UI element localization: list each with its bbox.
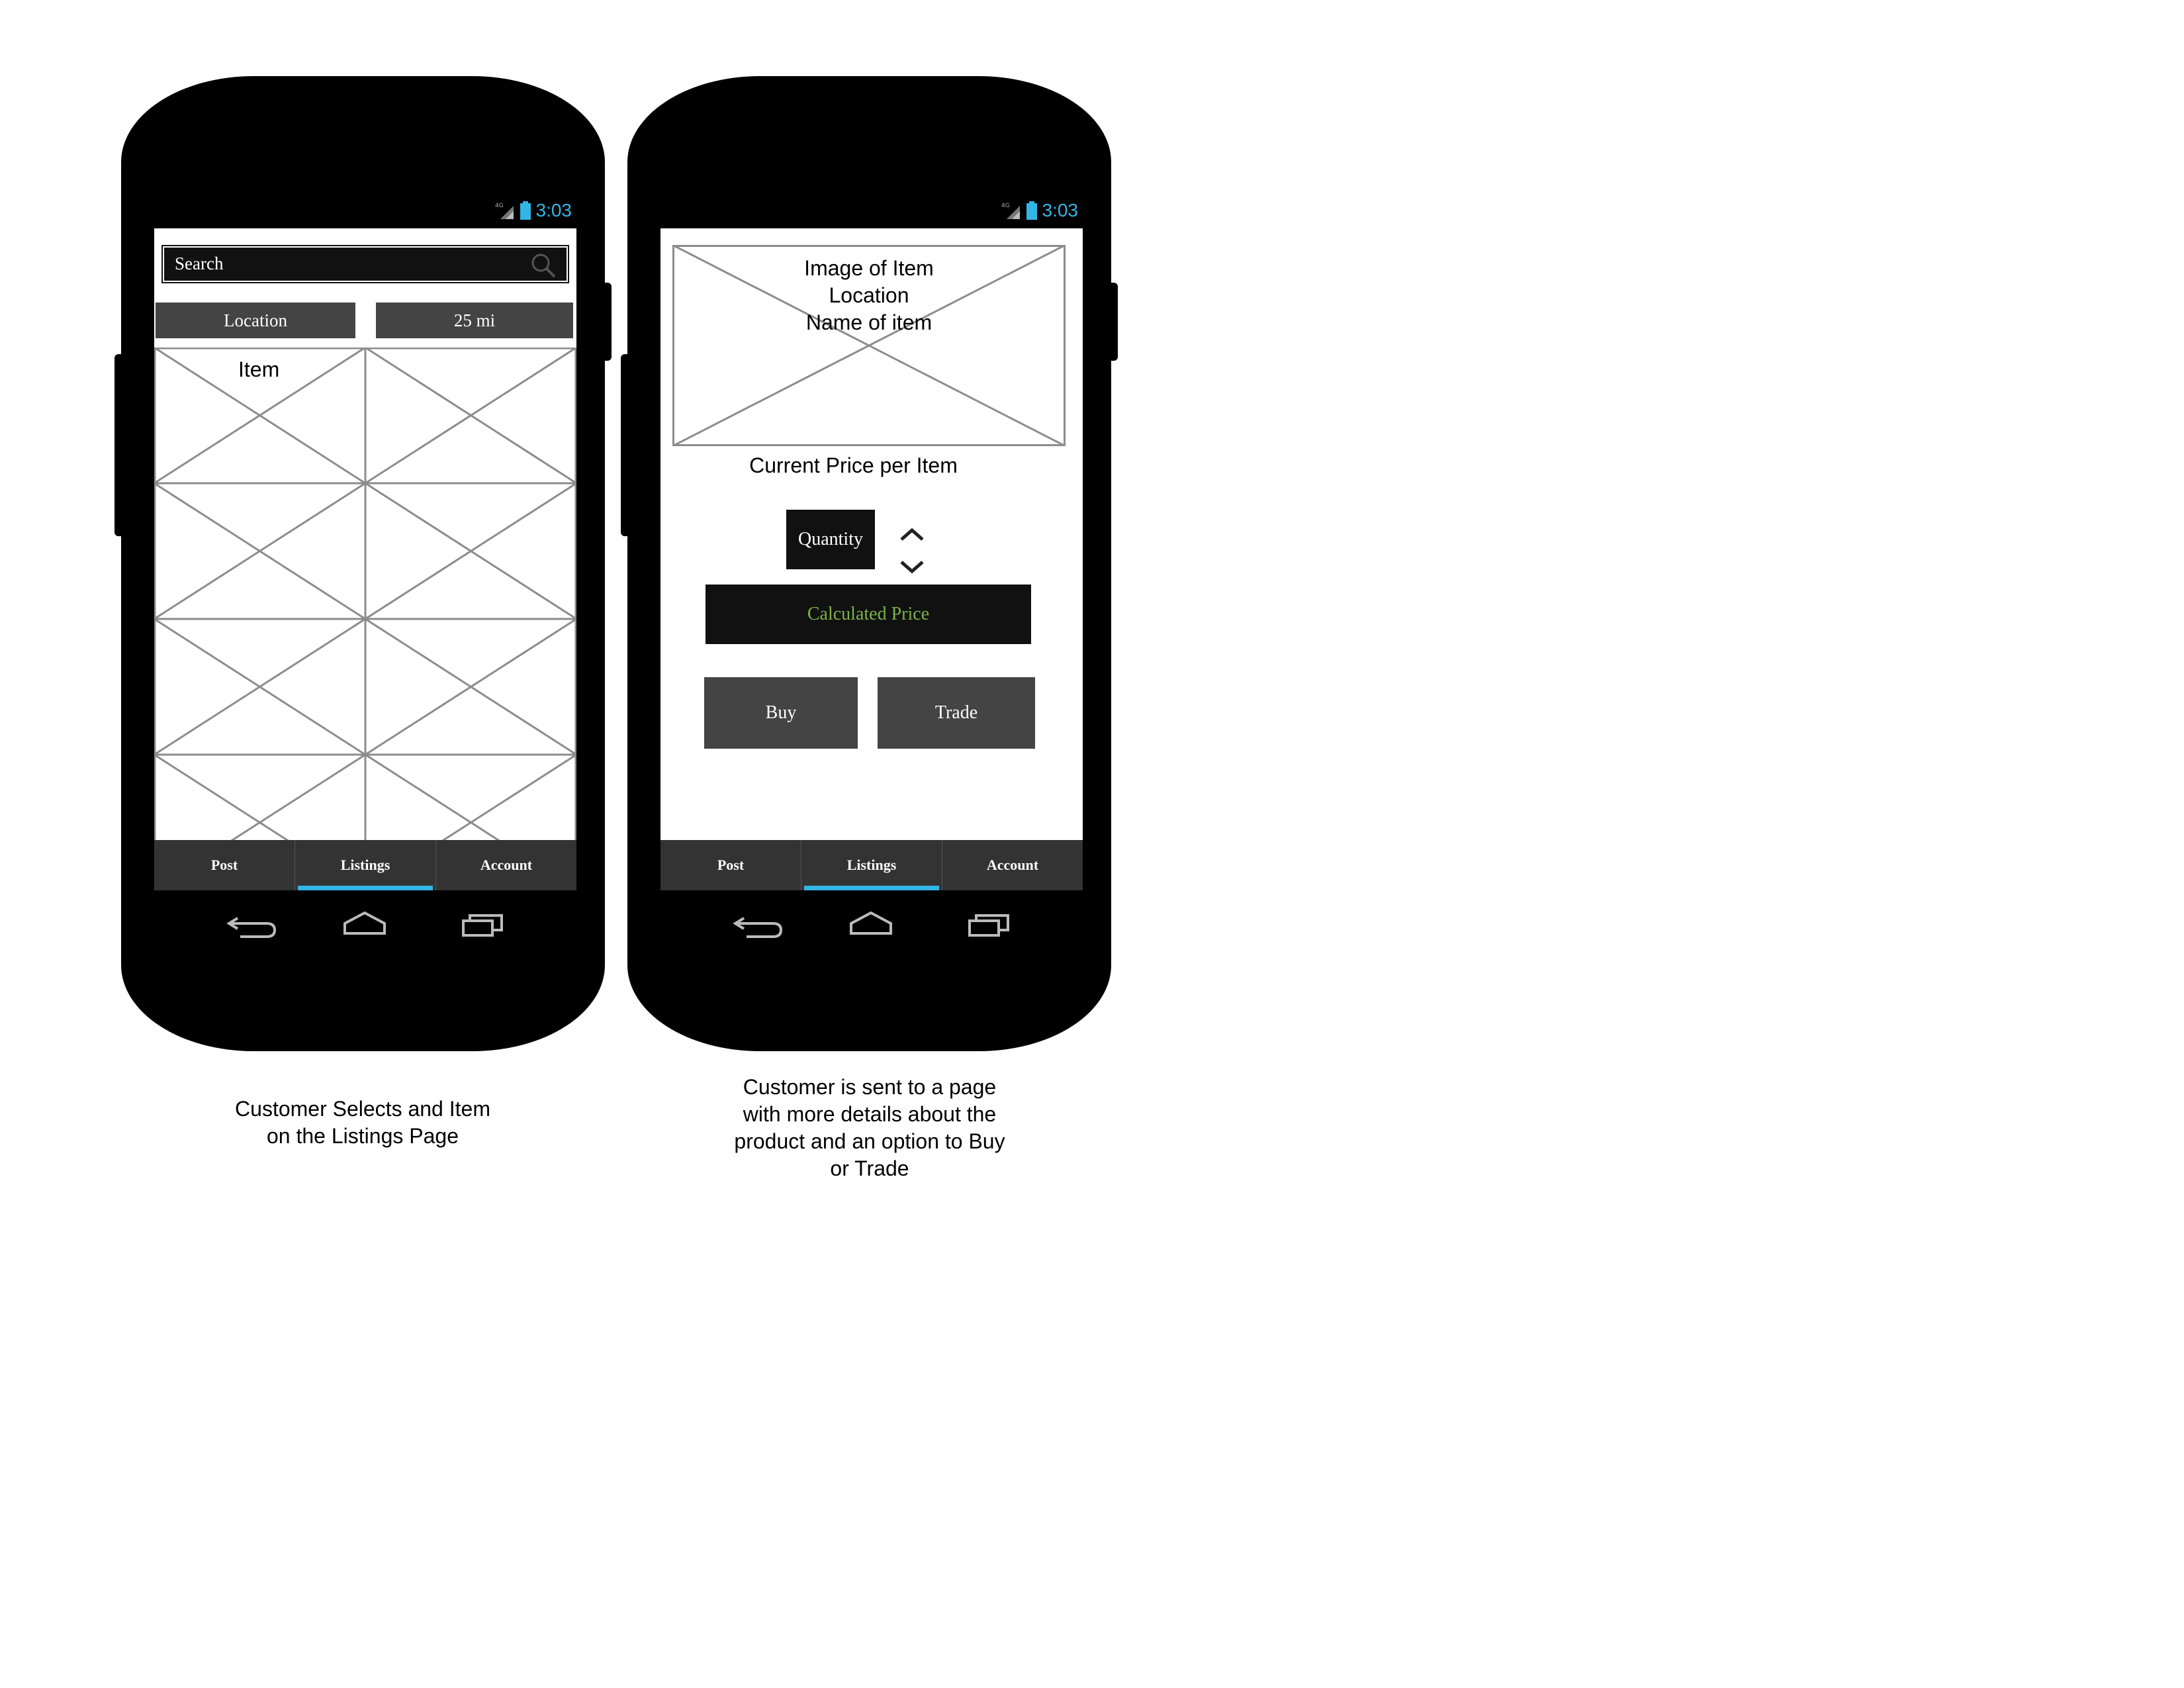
volume-button bbox=[621, 354, 631, 536]
status-bar: 4G 3:03 bbox=[495, 199, 572, 222]
item-image-label: Image of Item bbox=[804, 256, 934, 280]
nav-bar bbox=[226, 911, 503, 938]
status-bar: 4G 3:03 bbox=[1001, 199, 1079, 222]
listings-grid bbox=[154, 348, 576, 851]
listings-screen: Search Location 25 mi Item Post Listings… bbox=[154, 228, 576, 890]
recents-icon[interactable] bbox=[462, 914, 503, 937]
tab-label: Listings bbox=[846, 857, 897, 873]
back-icon[interactable] bbox=[733, 917, 783, 938]
distance-filter-button[interactable]: 25 mi bbox=[376, 303, 573, 338]
tab-post[interactable]: Post bbox=[660, 840, 801, 890]
quantity-field[interactable]: Quantity bbox=[786, 510, 875, 569]
clock: 3:03 bbox=[1042, 200, 1079, 220]
location-filter-button[interactable]: Location bbox=[156, 303, 355, 338]
tab-account[interactable]: Account bbox=[436, 840, 576, 890]
tab-bar: Post Listings Account bbox=[154, 840, 576, 890]
item-location-label: Location bbox=[829, 283, 909, 307]
caption-line: with more details about the bbox=[743, 1102, 997, 1126]
battery-icon bbox=[1026, 201, 1037, 220]
buy-button[interactable]: Buy bbox=[704, 677, 858, 749]
caption-item-detail: Customer is sent to a page with more det… bbox=[671, 1074, 1068, 1182]
home-icon[interactable] bbox=[850, 911, 892, 935]
quantity-label: Quantity bbox=[798, 529, 863, 549]
caption-line: Customer is sent to a page bbox=[743, 1075, 997, 1099]
clock: 3:03 bbox=[535, 200, 572, 220]
nav-bar bbox=[733, 911, 1009, 938]
tab-label: Post bbox=[717, 857, 745, 873]
chevron-up-icon[interactable] bbox=[899, 526, 925, 542]
phone-listings: 4G 3:03 Search Location 25 mi Item Post … bbox=[114, 76, 612, 1051]
current-price-label: Current Price per Item bbox=[749, 453, 958, 477]
caption-line: on the Listings Page bbox=[267, 1124, 459, 1148]
phone-item-detail: 4G 3:03 Image of Item Location Name of i… bbox=[621, 76, 1118, 1051]
recents-icon[interactable] bbox=[968, 914, 1009, 937]
trade-label: Trade bbox=[934, 702, 978, 723]
item-name-label: Name of item bbox=[805, 310, 933, 334]
search-input[interactable]: Search bbox=[163, 246, 568, 282]
distance-label: 25 mi bbox=[453, 310, 496, 330]
tab-label: Post bbox=[210, 857, 238, 873]
signal-icon: 4G bbox=[1001, 203, 1020, 219]
caption-line: Customer Selects and Item bbox=[235, 1097, 490, 1121]
svg-text:4G: 4G bbox=[495, 203, 504, 209]
tab-account[interactable]: Account bbox=[942, 840, 1083, 890]
location-label: Location bbox=[224, 310, 287, 330]
tab-post[interactable]: Post bbox=[154, 840, 295, 890]
chevron-down-icon[interactable] bbox=[899, 559, 925, 575]
battery-icon bbox=[520, 201, 531, 220]
caption-listings: Customer Selects and Item on the Listing… bbox=[164, 1096, 561, 1150]
item-detail-screen: Image of Item Location Name of item Curr… bbox=[660, 228, 1083, 890]
tab-bar: Post Listings Account bbox=[660, 840, 1083, 890]
svg-text:4G: 4G bbox=[1001, 203, 1010, 209]
trade-button[interactable]: Trade bbox=[878, 677, 1035, 749]
power-button bbox=[601, 283, 612, 361]
item-label: Item bbox=[238, 357, 280, 381]
power-button bbox=[1107, 283, 1118, 361]
calculated-price-label: Calculated Price bbox=[807, 604, 930, 624]
back-icon[interactable] bbox=[226, 917, 277, 938]
signal-icon: 4G bbox=[495, 203, 514, 219]
search-icon[interactable] bbox=[529, 252, 557, 279]
tab-listings[interactable]: Listings bbox=[801, 840, 942, 890]
tab-listings[interactable]: Listings bbox=[295, 840, 436, 890]
caption-line: product and an option to Buy bbox=[734, 1129, 1005, 1153]
tab-label: Account bbox=[986, 857, 1039, 873]
buy-label: Buy bbox=[765, 702, 797, 723]
tab-label: Account bbox=[480, 857, 533, 873]
tab-label: Listings bbox=[340, 857, 390, 873]
home-icon[interactable] bbox=[343, 911, 386, 935]
item-hero-text: Image of Item Location Name of item bbox=[672, 255, 1066, 336]
caption-line: or Trade bbox=[830, 1156, 909, 1180]
search-placeholder: Search bbox=[175, 254, 224, 273]
calculated-price-display: Calculated Price bbox=[705, 585, 1031, 644]
volume-button bbox=[114, 354, 125, 536]
